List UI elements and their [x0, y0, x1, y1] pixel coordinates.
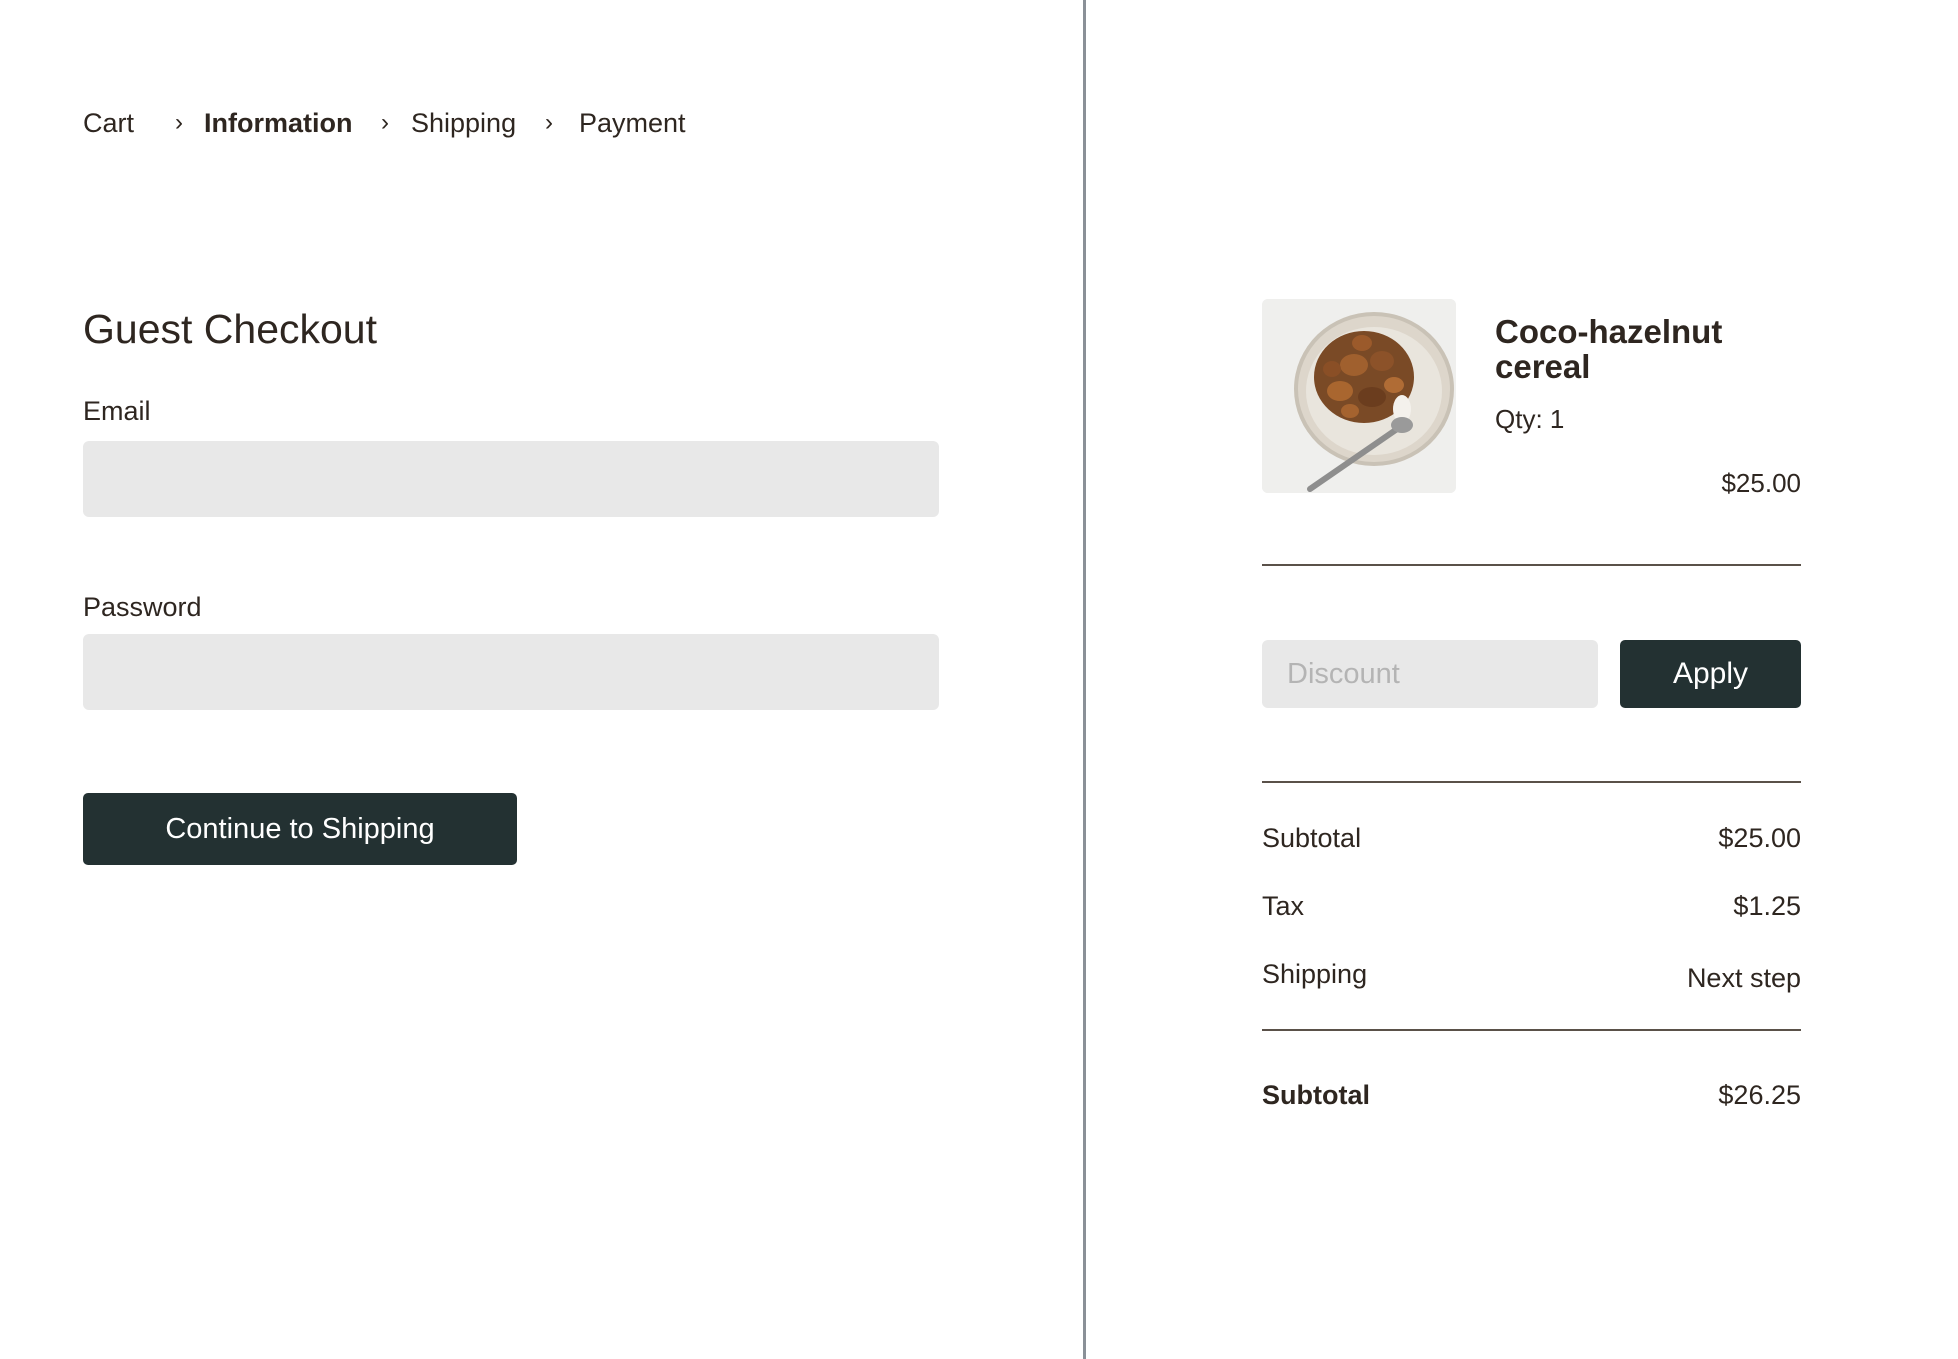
page-title: Guest Checkout: [83, 306, 377, 352]
apply-discount-button[interactable]: Apply: [1620, 640, 1801, 708]
breadcrumb-information: Information: [204, 108, 353, 138]
email-label: Email: [83, 396, 151, 426]
tax-value: $1.25: [1733, 891, 1801, 921]
breadcrumb-shipping[interactable]: Shipping: [411, 108, 516, 138]
total-value: $26.25: [1718, 1080, 1801, 1110]
breadcrumb-payment[interactable]: Payment: [579, 108, 686, 138]
cereal-bowl-icon: [1262, 299, 1456, 493]
email-field[interactable]: [83, 441, 939, 517]
subtotal-value: $25.00: [1718, 823, 1801, 853]
divider: [1262, 564, 1801, 566]
divider: [1262, 781, 1801, 783]
password-field[interactable]: [83, 634, 939, 710]
shipping-label: Shipping: [1262, 959, 1368, 989]
product-quantity: Qty: 1: [1495, 404, 1565, 434]
divider: [1262, 1029, 1801, 1031]
subtotal-label: Subtotal: [1262, 823, 1362, 853]
chevron-right-icon: ›: [381, 109, 389, 136]
chevron-right-icon: ›: [545, 109, 553, 136]
tax-label: Tax: [1262, 891, 1305, 921]
shipping-value: Next step: [1686, 963, 1801, 993]
product-name: Coco-hazelnut cereal: [1495, 313, 1723, 385]
password-label: Password: [83, 592, 202, 622]
total-label: Subtotal: [1262, 1080, 1370, 1110]
chevron-right-icon: ›: [175, 109, 183, 136]
continue-to-shipping-button[interactable]: Continue to Shipping: [83, 793, 517, 865]
panel-divider: [1083, 0, 1086, 1359]
product-price: $25.00: [1721, 468, 1801, 498]
discount-input[interactable]: [1262, 640, 1598, 708]
product-image: [1262, 299, 1456, 493]
breadcrumb-cart[interactable]: Cart: [83, 108, 134, 138]
